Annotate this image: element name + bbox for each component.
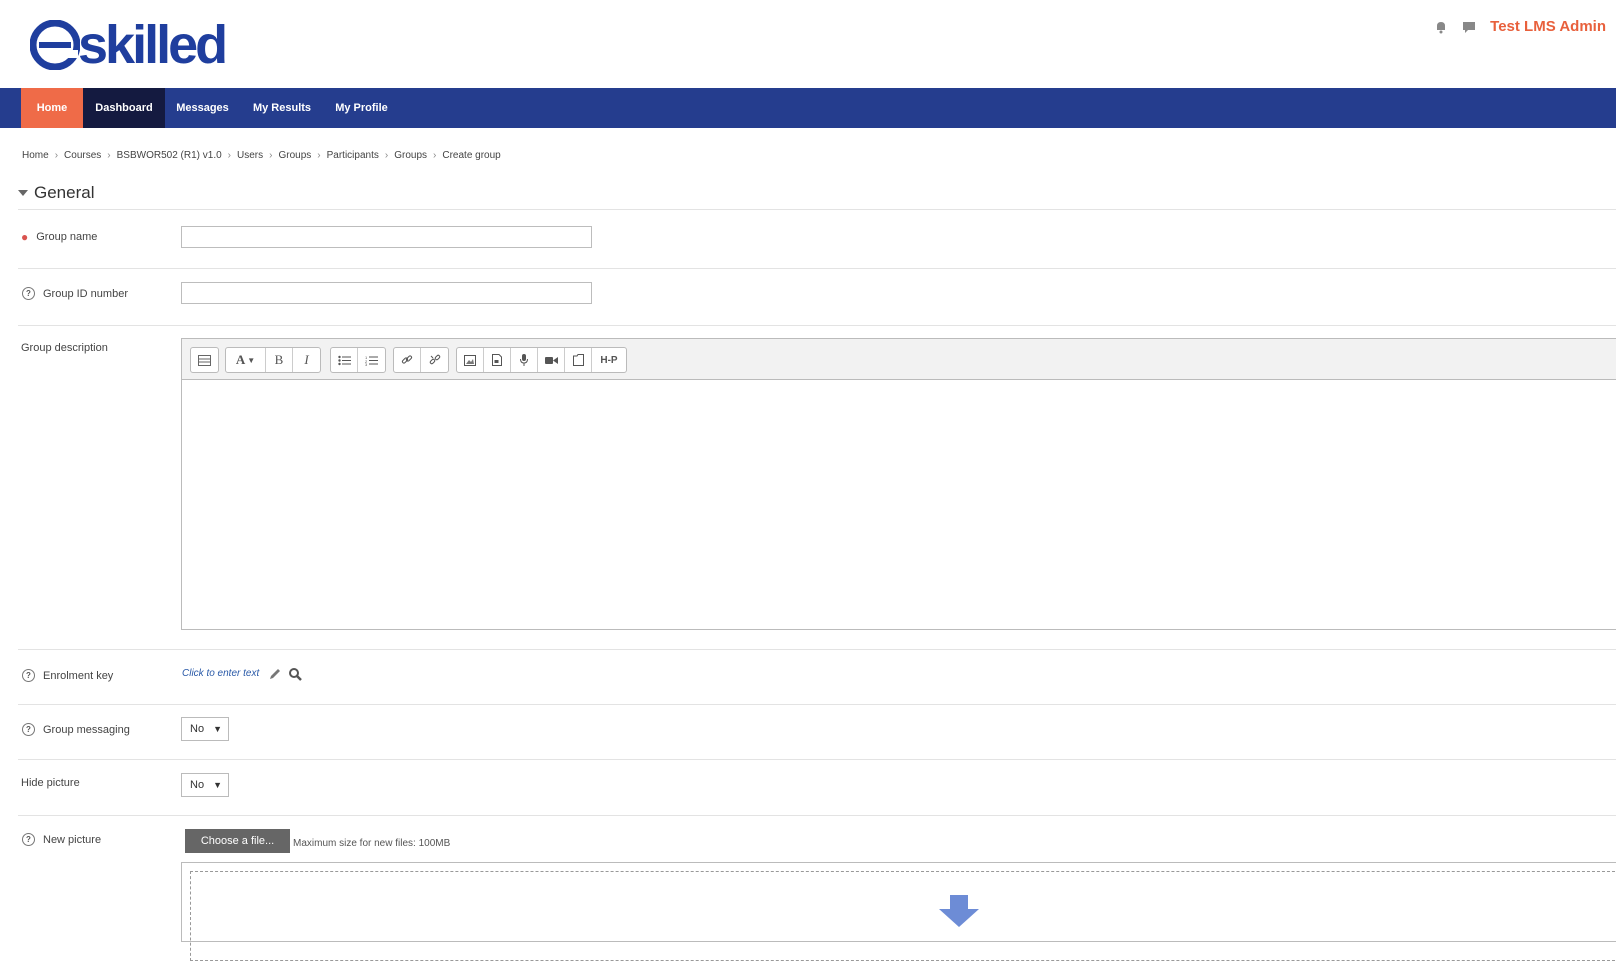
crumb-courses[interactable]: Courses <box>64 150 101 161</box>
crumb-separator: › <box>384 150 389 161</box>
font-size-icon[interactable]: A ▼ <box>226 348 266 372</box>
eskilled-logo[interactable]: skilled <box>30 14 228 75</box>
help-icon[interactable]: ? <box>22 669 35 682</box>
media-icon[interactable] <box>484 348 511 372</box>
unlink-icon[interactable] <box>421 348 448 372</box>
help-icon[interactable]: ? <box>22 723 35 736</box>
crumb-course[interactable]: BSBWOR502 (R1) v1.0 <box>117 150 222 161</box>
group-messaging-label-text: Group messaging <box>43 723 130 736</box>
manage-files-icon[interactable] <box>565 348 592 372</box>
dropzone[interactable] <box>190 871 1616 961</box>
enrolment-key-link[interactable]: Click to enter text <box>182 668 259 679</box>
record-audio-icon[interactable] <box>511 348 538 372</box>
group-id-input[interactable] <box>181 282 592 304</box>
file-drop-area[interactable] <box>181 862 1616 961</box>
link-icon[interactable] <box>394 348 421 372</box>
new-picture-label: ? New picture <box>22 833 101 846</box>
crumb-separator: › <box>433 150 437 161</box>
group-messaging-select[interactable]: No ▼ <box>181 717 229 741</box>
crumb-separator: › <box>227 150 232 161</box>
group-name-label-text: Group name <box>36 231 98 243</box>
toolbar-group <box>190 347 219 373</box>
crumb-create-group: Create group <box>442 150 501 161</box>
crumb-separator: › <box>107 150 111 161</box>
group-name-input[interactable] <box>181 226 592 248</box>
italic-icon[interactable]: I <box>293 348 320 372</box>
main-navbar: Home Dashboard Messages My Results My Pr… <box>0 88 1616 128</box>
section-title: General <box>34 183 95 202</box>
ordered-list-icon[interactable]: 123 <box>358 348 385 372</box>
crumb-separator: › <box>54 150 59 161</box>
breadcrumb: Home › Courses › BSBWOR502 (R1) v1.0 › User… <box>22 150 501 161</box>
crumb-groups[interactable]: Groups <box>278 150 311 161</box>
collapse-caret-icon <box>18 190 28 196</box>
logo-text: skilled <box>78 15 228 75</box>
dropdown-arrow-icon: ▼ <box>213 780 222 790</box>
crumb-separator: › <box>269 150 273 161</box>
toolbar-group: 123 <box>330 347 386 373</box>
h5p-icon[interactable]: H-P <box>592 348 626 372</box>
divider <box>18 759 1616 760</box>
svg-text:3: 3 <box>365 362 368 366</box>
divider <box>18 209 1616 210</box>
crumb-users[interactable]: Users <box>237 150 263 161</box>
group-messaging-label: ? Group messaging <box>22 723 130 736</box>
bell-icon[interactable] <box>1434 20 1448 34</box>
help-icon[interactable]: ? <box>22 833 35 846</box>
toggle-toolbar-icon[interactable] <box>191 348 218 372</box>
hide-picture-label: Hide picture <box>21 777 80 789</box>
group-id-label-text: Group ID number <box>43 287 128 300</box>
editor-toolbar: A ▼ B I 123 H-P <box>182 339 1616 380</box>
crumb-separator: › <box>317 150 321 161</box>
reveal-icon[interactable] <box>288 667 302 681</box>
enrolment-key-label-text: Enrolment key <box>43 669 114 682</box>
new-picture-label-text: New picture <box>43 833 102 846</box>
section-general-toggle[interactable]: General <box>18 183 94 203</box>
unordered-list-icon[interactable] <box>331 348 358 372</box>
max-size-text: Maximum size for new files: 100MB <box>293 838 451 849</box>
pencil-icon[interactable] <box>268 667 282 681</box>
download-arrow-icon <box>939 895 979 927</box>
enrolment-key-label: ? Enrolment key <box>22 669 113 682</box>
description-editor-area[interactable] <box>182 380 1616 630</box>
nav-messages[interactable]: Messages <box>165 88 240 128</box>
nav-my-results[interactable]: My Results <box>240 88 324 128</box>
dropdown-arrow-icon: ▼ <box>213 724 222 734</box>
crumb-home[interactable]: Home <box>22 150 49 161</box>
description-editor: A ▼ B I 123 H-P <box>181 338 1616 630</box>
group-id-label: ? Group ID number <box>22 287 128 300</box>
choose-file-button[interactable]: Choose a file... <box>185 829 290 853</box>
record-video-icon[interactable] <box>538 348 565 372</box>
hide-picture-select[interactable]: No ▼ <box>181 773 229 797</box>
divider <box>18 704 1616 705</box>
required-icon: ● <box>21 230 29 244</box>
logo-e-icon <box>30 20 80 70</box>
chat-icon[interactable] <box>1462 20 1476 34</box>
divider <box>18 815 1616 816</box>
image-icon[interactable] <box>457 348 484 372</box>
crumb-groups-2[interactable]: Groups <box>394 150 427 161</box>
group-name-label: ● Group name <box>21 230 97 244</box>
user-menu[interactable]: Test LMS Admin <box>1490 18 1606 35</box>
divider <box>18 268 1616 269</box>
toolbar-group: H-P <box>456 347 627 373</box>
crumb-participants[interactable]: Participants <box>327 150 379 161</box>
bold-icon[interactable]: B <box>266 348 293 372</box>
divider <box>18 325 1616 326</box>
page-header: skilled Test LMS Admin <box>0 0 1616 88</box>
nav-home[interactable]: Home <box>21 88 83 128</box>
group-description-label: Group description <box>21 342 108 354</box>
toolbar-group: A ▼ B I <box>225 347 321 373</box>
divider <box>18 649 1616 650</box>
user-area: Test LMS Admin <box>1434 18 1606 35</box>
nav-dashboard[interactable]: Dashboard <box>83 88 165 128</box>
toolbar-group <box>393 347 449 373</box>
nav-my-profile[interactable]: My Profile <box>324 88 399 128</box>
help-icon[interactable]: ? <box>22 287 35 300</box>
